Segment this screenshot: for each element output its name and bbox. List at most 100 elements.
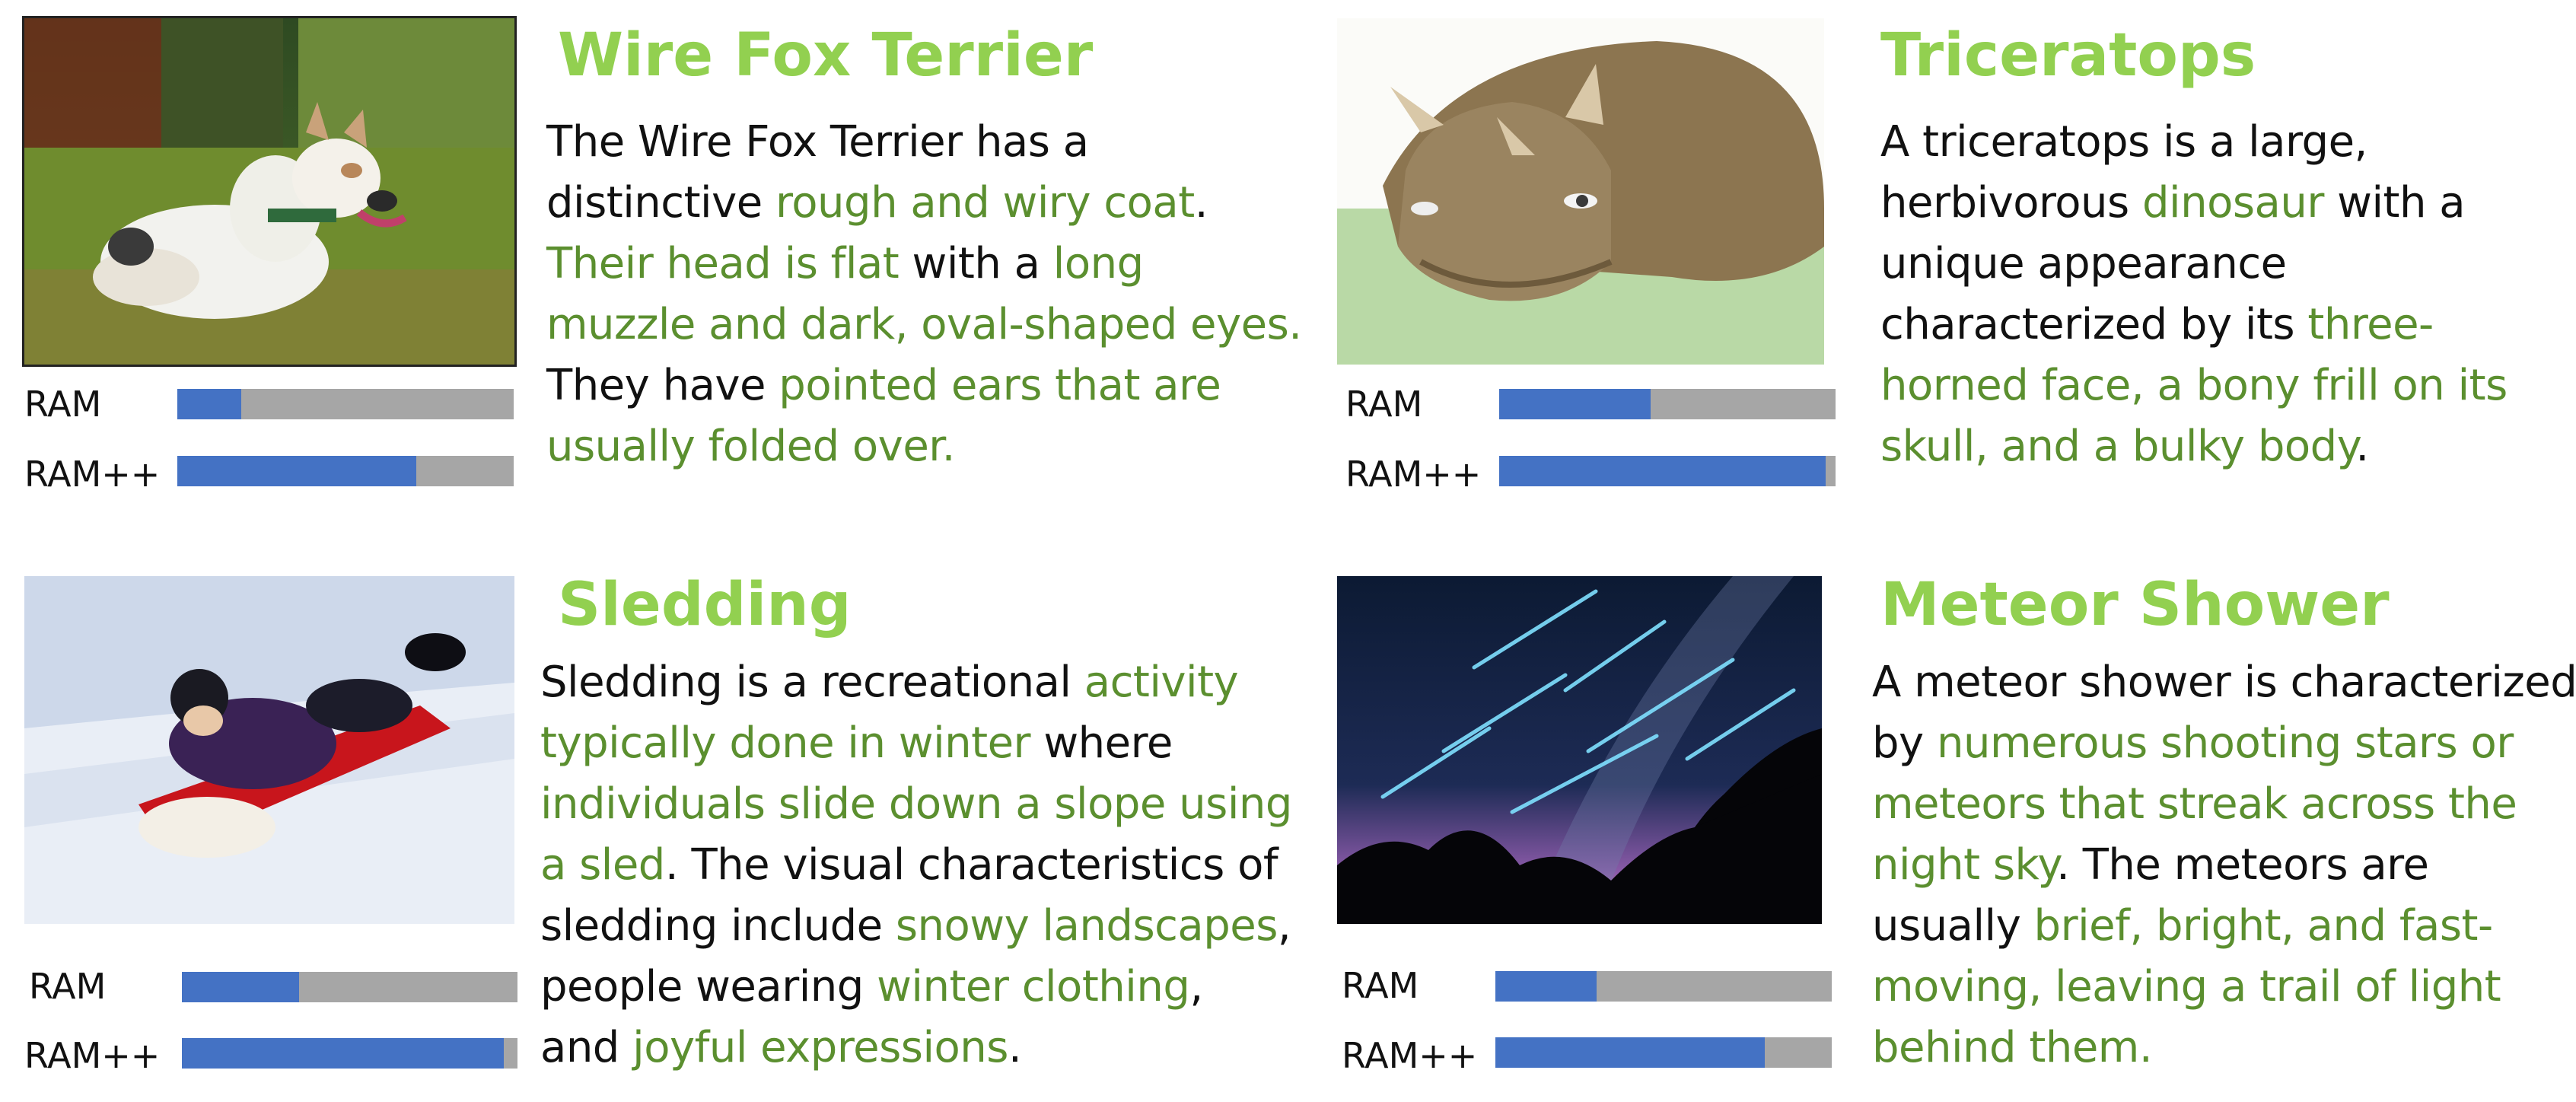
highlighted-phrase: pointed ears that are <box>779 361 1221 410</box>
description-line: a sled. The visual characteristics of <box>540 835 1292 896</box>
highlighted-phrase: activity <box>1084 658 1239 707</box>
ram-score-bar <box>1495 971 1832 1002</box>
description-line: people wearing winter clothing, <box>540 957 1292 1018</box>
card-title: Triceratops <box>1880 21 2256 90</box>
description-text: usually <box>1872 901 2034 951</box>
description-line: sledding include snowy landscapes, <box>540 896 1292 957</box>
ram-pp-score-fill <box>182 1038 505 1069</box>
ram-pp-label: RAM++ <box>24 454 161 495</box>
highlighted-phrase: a sled <box>540 840 665 890</box>
description-line: herbivorous dinosaur with a <box>1880 173 2508 234</box>
card-title: Meteor Shower <box>1880 571 2390 639</box>
description-line: Their head is flat with a long <box>546 234 1302 295</box>
description-text: The Wire Fox Terrier has a <box>546 117 1089 167</box>
highlighted-phrase: horned face, a bony frill on its <box>1880 361 2508 410</box>
ram-pp-label: RAM++ <box>1342 1035 1478 1076</box>
ram-score-bar <box>1499 389 1836 419</box>
ram-pp-score-fill <box>1495 1037 1765 1068</box>
description-text: by <box>1872 718 1937 768</box>
highlighted-phrase: behind them. <box>1872 1023 2153 1072</box>
description-line: The Wire Fox Terrier has a <box>546 112 1302 173</box>
description-line: horned face, a bony frill on its <box>1880 355 2508 416</box>
description-line: behind them. <box>1872 1018 2576 1078</box>
highlighted-phrase: numerous shooting stars or <box>1937 718 2514 768</box>
card-description: The Wire Fox Terrier has a distinctive ro… <box>546 112 1302 477</box>
highlighted-phrase: dinosaur <box>2142 178 2324 228</box>
ram-label: RAM <box>24 384 102 425</box>
description-text: sledding include <box>540 901 896 951</box>
description-line: muzzle and dark, oval-shaped eyes. <box>546 295 1302 355</box>
highlighted-phrase: usually folded over. <box>546 422 955 471</box>
description-line: characterized by its three- <box>1880 295 2508 355</box>
card-description: Sledding is a recreational activity typic… <box>540 652 1292 1078</box>
highlighted-phrase: rough and wiry coat <box>775 178 1195 228</box>
description-line: meteors that streak across the <box>1872 774 2576 835</box>
description-text: with a <box>899 239 1053 288</box>
highlighted-phrase: three- <box>2307 300 2434 349</box>
description-text: . The visual characteristics of <box>664 840 1278 890</box>
ram-pp-score-bar <box>1499 456 1836 486</box>
terrier-photo <box>22 16 517 367</box>
sledding-photo <box>24 576 514 924</box>
highlighted-phrase: brief, bright, and fast- <box>2033 901 2494 951</box>
ram-pp-score-fill <box>1499 456 1826 486</box>
description-line: A meteor shower is characterized <box>1872 652 2576 713</box>
description-line: skull, and a bulky body. <box>1880 416 2508 477</box>
ram-pp-score-bar <box>177 456 514 486</box>
ram-label: RAM <box>1345 384 1423 425</box>
description-text: where <box>1030 718 1173 768</box>
ram-label: RAM <box>29 966 107 1007</box>
highlighted-phrase: skull, and a bulky body <box>1880 422 2356 471</box>
highlighted-phrase: Their head is flat <box>546 239 900 288</box>
description-line: night sky. The meteors are <box>1872 835 2576 896</box>
highlighted-phrase: joyful expressions <box>632 1023 1008 1072</box>
highlighted-phrase: night sky <box>1872 840 2057 890</box>
description-text: A triceratops is a large, <box>1880 117 2367 167</box>
highlighted-phrase: snowy landscapes <box>895 901 1278 951</box>
highlighted-phrase: typically done in winter <box>540 718 1031 768</box>
description-line: individuals slide down a slope using <box>540 774 1292 835</box>
highlighted-phrase: individuals slide down a slope using <box>540 779 1292 829</box>
ram-score-fill <box>1495 971 1597 1002</box>
description-line: typically done in winter where <box>540 713 1292 774</box>
description-line: usually brief, bright, and fast- <box>1872 896 2576 957</box>
description-text: They have <box>546 361 779 410</box>
description-text: . The meteors are <box>2056 840 2429 890</box>
description-text: . <box>2355 422 2369 471</box>
description-text: people wearing <box>540 962 877 1011</box>
ram-score-fill <box>1499 389 1651 419</box>
description-line: unique appearance <box>1880 234 2508 295</box>
card-title: Sledding <box>558 571 852 639</box>
description-line: usually folded over. <box>546 416 1302 477</box>
description-line: They have pointed ears that are <box>546 355 1302 416</box>
card-description: A meteor shower is characterized by numer… <box>1872 652 2576 1078</box>
description-text: characterized by its <box>1880 300 2308 349</box>
ram-pp-label: RAM++ <box>24 1035 161 1076</box>
description-text: with a <box>2323 178 2466 228</box>
description-line: and joyful expressions. <box>540 1018 1292 1078</box>
description-line: by numerous shooting stars or <box>1872 713 2576 774</box>
description-line: A triceratops is a large, <box>1880 112 2508 173</box>
triceratops-photo <box>1337 18 1824 365</box>
meteor-photo <box>1337 576 1822 924</box>
description-text: and <box>540 1023 633 1072</box>
description-text: , <box>1189 962 1203 1011</box>
ram-pp-label: RAM++ <box>1345 454 1482 495</box>
ram-pp-score-bar <box>182 1038 517 1069</box>
description-text: unique appearance <box>1880 239 2287 288</box>
ram-score-bar <box>177 389 514 419</box>
card-title: Wire Fox Terrier <box>558 21 1094 90</box>
ram-pp-score-fill <box>177 456 416 486</box>
ram-label: RAM <box>1342 965 1419 1006</box>
ram-score-bar <box>182 972 517 1002</box>
highlighted-phrase: long <box>1052 239 1144 288</box>
description-line: distinctive rough and wiry coat. <box>546 173 1302 234</box>
ram-score-fill <box>177 389 241 419</box>
highlighted-phrase: meteors that streak across the <box>1872 779 2517 829</box>
ram-score-fill <box>182 972 300 1002</box>
description-text: herbivorous <box>1880 178 2142 228</box>
description-text: , <box>1277 901 1291 951</box>
description-text: Sledding is a recreational <box>540 658 1084 707</box>
highlighted-phrase: winter clothing <box>877 962 1190 1011</box>
ram-pp-score-bar <box>1495 1037 1832 1068</box>
